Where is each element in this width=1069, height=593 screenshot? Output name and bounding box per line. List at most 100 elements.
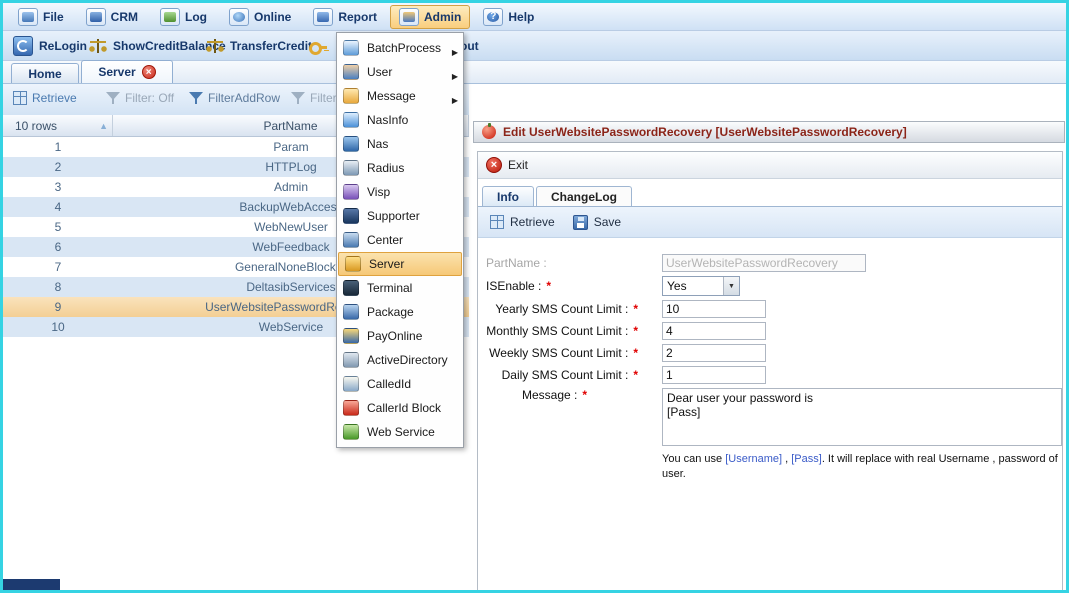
daily-sms-limit-field[interactable] xyxy=(662,366,766,384)
tab-home-label: Home xyxy=(28,67,61,81)
menu-item-server[interactable]: Server xyxy=(338,252,462,276)
menu-item-package[interactable]: Package xyxy=(337,300,463,324)
menu-item-payonline[interactable]: PayOnline xyxy=(337,324,463,348)
menu-item-center[interactable]: Center xyxy=(337,228,463,252)
sort-asc-icon[interactable] xyxy=(99,118,108,132)
partname-field[interactable] xyxy=(662,254,866,272)
tab-home[interactable]: Home xyxy=(11,63,79,83)
save-button[interactable]: Save xyxy=(573,215,621,230)
editor-retrieve-button[interactable]: Retrieve xyxy=(490,215,555,229)
rows-count-label: 10 rows xyxy=(15,119,57,133)
tab-server[interactable]: Server xyxy=(81,60,173,83)
row-number-cell: 10 xyxy=(3,320,113,334)
menu-item-label: Package xyxy=(367,305,414,319)
online-icon xyxy=(229,8,249,26)
filter-toggle-button[interactable]: Filter: Off xyxy=(106,91,174,105)
document-tabbar: Home Server xyxy=(3,61,1066,84)
terminal-icon xyxy=(343,280,359,296)
radius-icon xyxy=(343,160,359,176)
tab-changelog[interactable]: ChangeLog xyxy=(536,186,632,206)
relogin-button[interactable]: ReLogin xyxy=(13,36,87,56)
hint-prefix: You can use xyxy=(662,453,725,465)
message-field[interactable]: Dear user your password is [Pass] xyxy=(662,388,1062,446)
filter-toggle-label: Filter: Off xyxy=(125,91,174,105)
menu-item-label: NasInfo xyxy=(367,113,408,127)
yearly-row: Yearly SMS Count Limit :* xyxy=(486,300,1062,318)
grid-retrieve-button[interactable]: Retrieve xyxy=(13,91,77,105)
row-number-cell: 4 xyxy=(3,200,113,214)
menu-item-message[interactable]: Message xyxy=(337,84,463,108)
menubar: File CRM Log Online Report Admin Help xyxy=(3,3,1066,31)
chevron-down-icon[interactable] xyxy=(723,277,739,295)
exit-button[interactable]: Exit xyxy=(486,157,528,173)
filter-add-row-button[interactable]: FilterAddRow xyxy=(189,91,280,105)
nasinfo-icon xyxy=(343,112,359,128)
menu-item-label: Center xyxy=(367,233,403,247)
menu-item-batchprocess[interactable]: BatchProcess xyxy=(337,36,463,60)
relogin-icon xyxy=(13,36,33,56)
monthly-row: Monthly SMS Count Limit :* xyxy=(486,322,1062,340)
monthly-label: Monthly SMS Count Limit :* xyxy=(486,324,638,338)
menu-item-calledid[interactable]: CalledId xyxy=(337,372,463,396)
editor-tabstrip: Info ChangeLog xyxy=(478,183,1062,207)
menu-log[interactable]: Log xyxy=(151,5,216,29)
tab-server-label: Server xyxy=(98,65,135,79)
menu-online-label: Online xyxy=(254,10,291,24)
isenable-row: ISEnable :* Yes xyxy=(486,276,1062,296)
balance-scales-icon xyxy=(89,38,107,54)
calleridblock-icon xyxy=(343,400,359,416)
menu-item-supporter[interactable]: Supporter xyxy=(337,204,463,228)
menu-item-radius[interactable]: Radius xyxy=(337,156,463,180)
menu-item-label: CallerId Block xyxy=(367,401,441,415)
menu-item-user[interactable]: User xyxy=(337,60,463,84)
rows-count-header[interactable]: 10 rows xyxy=(3,115,113,136)
retrieve-icon xyxy=(490,215,504,229)
isenable-label: ISEnable :* xyxy=(486,279,638,293)
menu-item-calleridblock[interactable]: CallerId Block xyxy=(337,396,463,420)
tab-info-label: Info xyxy=(497,190,519,204)
tab-info[interactable]: Info xyxy=(482,186,534,206)
isenable-select[interactable]: Yes xyxy=(662,276,740,296)
menu-file[interactable]: File xyxy=(9,5,73,29)
menu-item-webservice[interactable]: Web Service xyxy=(337,420,463,444)
menu-report[interactable]: Report xyxy=(304,5,386,29)
exit-label: Exit xyxy=(508,158,528,172)
weekly-sms-limit-field[interactable] xyxy=(662,344,766,362)
menu-item-label: BatchProcess xyxy=(367,41,441,55)
menu-crm-label: CRM xyxy=(111,10,138,24)
menu-report-label: Report xyxy=(338,10,377,24)
yearly-sms-limit-field[interactable] xyxy=(662,300,766,318)
server-icon xyxy=(345,256,361,272)
message-icon xyxy=(343,88,359,104)
supporter-icon xyxy=(343,208,359,224)
key-toolbar-button[interactable] xyxy=(308,36,328,56)
editor-title-text: Edit UserWebsitePasswordRecovery [UserWe… xyxy=(503,125,907,139)
activedirectory-icon xyxy=(343,352,359,368)
menu-crm[interactable]: CRM xyxy=(77,5,147,29)
menu-item-nas[interactable]: Nas xyxy=(337,132,463,156)
close-icon[interactable] xyxy=(142,65,156,79)
report-icon xyxy=(313,8,333,26)
required-asterisk: * xyxy=(633,368,638,382)
menu-item-nasinfo[interactable]: NasInfo xyxy=(337,108,463,132)
payonline-icon xyxy=(343,328,359,344)
message-row: Message :* Dear user your password is [P… xyxy=(486,388,1062,446)
webservice-icon xyxy=(343,424,359,440)
menu-item-activedirectory[interactable]: ActiveDirectory xyxy=(337,348,463,372)
menu-item-terminal[interactable]: Terminal xyxy=(337,276,463,300)
monthly-sms-limit-field[interactable] xyxy=(662,322,766,340)
editor-toolbar: Retrieve Save xyxy=(478,207,1062,238)
menu-online[interactable]: Online xyxy=(220,5,300,29)
filter-icon xyxy=(106,92,120,105)
relogin-label: ReLogin xyxy=(39,39,87,53)
message-label: Message :* xyxy=(486,388,638,402)
key-icon xyxy=(308,38,328,54)
row-number-cell: 8 xyxy=(3,280,113,294)
menu-log-label: Log xyxy=(185,10,207,24)
menu-item-label: Visp xyxy=(367,185,390,199)
menu-admin[interactable]: Admin xyxy=(390,5,470,29)
transfer-credit-button[interactable]: TransferCredit xyxy=(206,36,312,56)
menu-item-visp[interactable]: Visp xyxy=(337,180,463,204)
row-number-cell: 9 xyxy=(3,300,113,314)
menu-help[interactable]: Help xyxy=(474,5,543,29)
